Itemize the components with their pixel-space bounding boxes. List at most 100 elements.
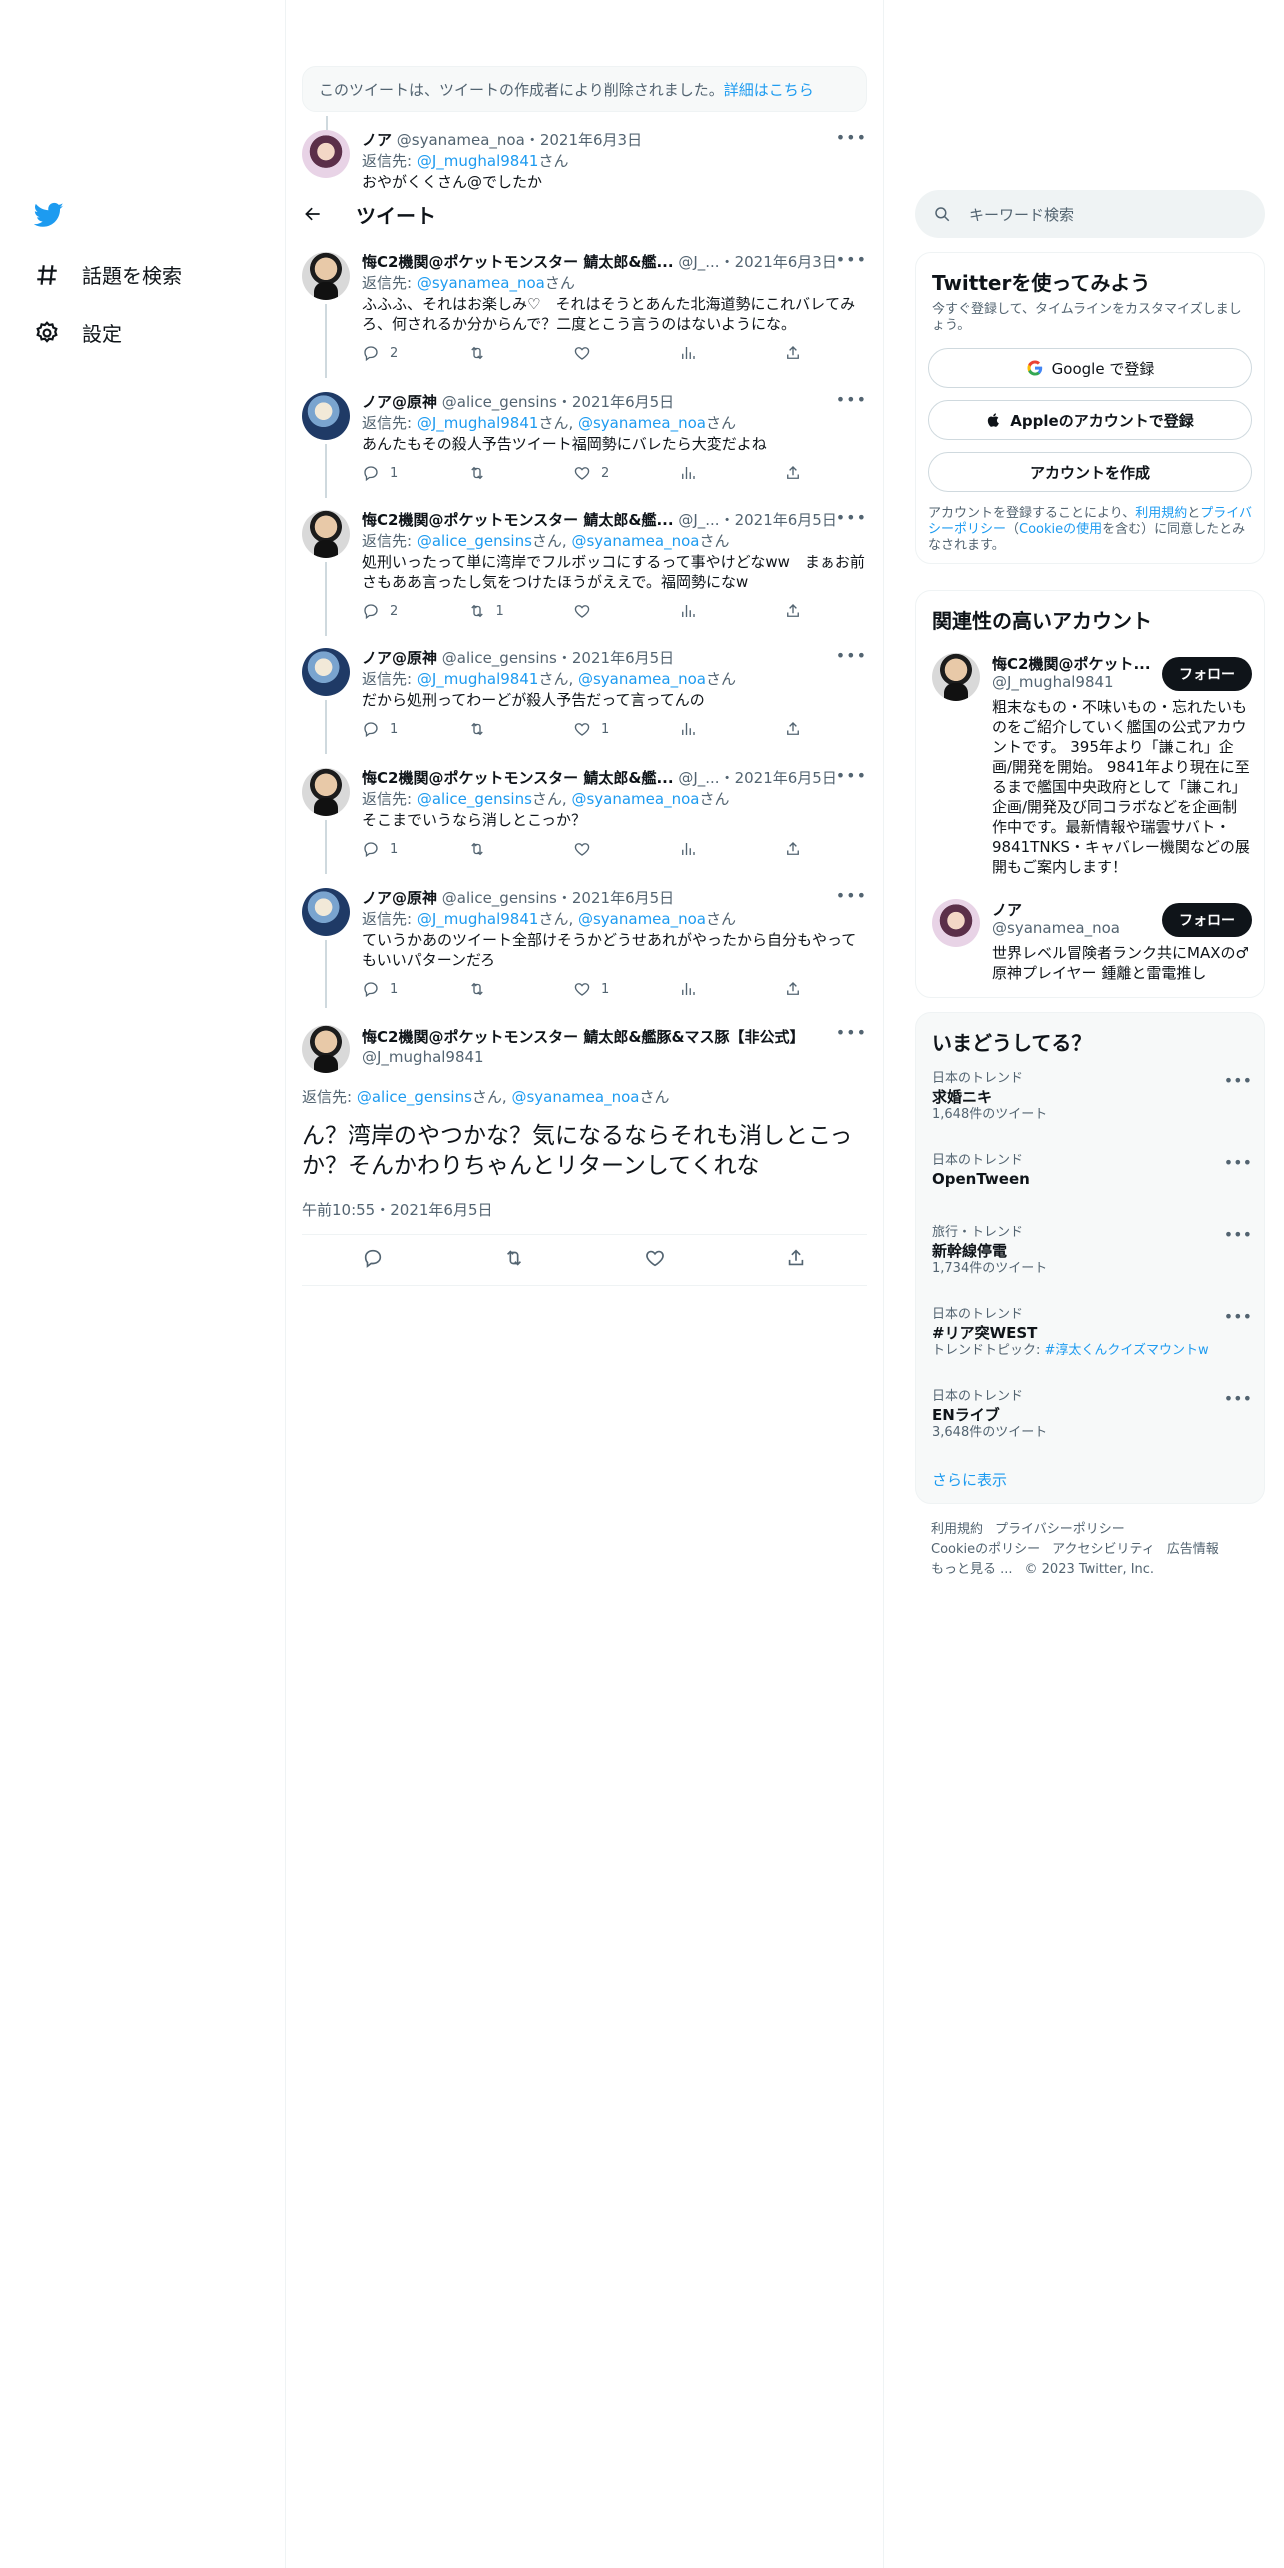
learn-more-link[interactable]: 詳細はこちら	[724, 81, 814, 99]
tweet-author-handle[interactable]: @alice_gensins	[442, 889, 557, 907]
account-name[interactable]: ノア	[992, 899, 1152, 920]
cookie-link[interactable]: Cookieの使用	[1019, 522, 1102, 537]
footer-more-link[interactable]: もっと見る ...	[931, 1562, 1013, 1577]
analytics-button[interactable]	[679, 344, 739, 362]
search-box[interactable]: キーワード検索	[915, 190, 1265, 238]
more-options-icon[interactable]: •••	[836, 130, 867, 147]
reply-button[interactable]	[362, 1247, 384, 1273]
reply-mention-link[interactable]: @alice_gensins	[417, 790, 532, 808]
create-account-button[interactable]: アカウントを作成	[928, 452, 1252, 492]
reply-tweet[interactable]: ノア@原神 @alice_gensins・2021年6月5日 返信先: @J_mu…	[302, 646, 867, 754]
tweet-date[interactable]: 2021年6月5日	[572, 889, 674, 907]
tweet-author-handle[interactable]: @J_mughal9841	[362, 1047, 867, 1067]
reply-tweet[interactable]: ノア@原神 @alice_gensins・2021年6月5日 返信先: @J_mu…	[302, 390, 867, 498]
more-options-icon[interactable]: •••	[1224, 1307, 1252, 1326]
reply-button[interactable]: 1	[362, 980, 422, 998]
twitter-logo-icon[interactable]	[33, 200, 64, 230]
avatar[interactable]	[302, 648, 350, 696]
tweet-author-name[interactable]: ノア	[362, 131, 392, 149]
reply-tweet[interactable]: 悔C2機関@ポケットモンスター 鯖太郎&艦... @J_...・2021年6月5…	[302, 766, 867, 874]
reply-mention-link[interactable]: @syanamea_noa	[417, 274, 545, 292]
tweet-author-name[interactable]: ノア@原神	[362, 393, 437, 411]
reply-mention-link[interactable]: @syanamea_noa	[511, 1088, 639, 1106]
tweet-author-name[interactable]: 悔C2機関@ポケットモンスター 鯖太郎&艦...	[362, 253, 674, 271]
footer-privacy-link[interactable]: プライバシーポリシー	[995, 1522, 1125, 1537]
account-name[interactable]: 悔C2機関@ポケット...	[992, 653, 1152, 674]
tweet-date[interactable]: 2021年6月5日	[572, 393, 674, 411]
terms-link[interactable]: 利用規約	[1135, 506, 1187, 521]
more-options-icon[interactable]: •••	[1224, 1071, 1252, 1090]
more-options-icon[interactable]: •••	[836, 886, 867, 905]
tweet-date[interactable]: 2021年6月5日	[735, 511, 837, 529]
reply-button[interactable]: 1	[362, 840, 422, 858]
reply-mention-link[interactable]: @syanamea_noa	[571, 532, 699, 550]
tweet-date[interactable]: 2021年6月3日	[735, 253, 837, 271]
search-input[interactable]: キーワード検索	[969, 204, 1074, 225]
like-button[interactable]: 1	[573, 720, 633, 738]
footer-accessibility-link[interactable]: アクセシビリティ	[1052, 1542, 1155, 1557]
nav-explore[interactable]: 話題を検索	[34, 260, 182, 289]
related-account[interactable]: 悔C2機関@ポケット... @J_mughal9841 フォロー 粗末なもの・不…	[932, 653, 1252, 883]
share-button[interactable]	[784, 980, 802, 998]
google-signup-button[interactable]: Google で登録	[928, 348, 1252, 388]
share-button[interactable]	[785, 1247, 807, 1273]
partially-hidden-tweet[interactable]: ノア @syanamea_noa・2021年6月3日 返信先: @J_mugha…	[302, 130, 867, 192]
footer-ads-link[interactable]: 広告情報	[1167, 1542, 1219, 1557]
trend-item[interactable]: 日本のトレンド ENライブ 3,648件のツイート •••	[932, 1389, 1252, 1441]
retweet-button[interactable]: 1	[468, 602, 528, 620]
reply-button[interactable]: 2	[362, 602, 422, 620]
share-button[interactable]	[784, 720, 802, 738]
avatar[interactable]	[302, 252, 350, 300]
more-options-icon[interactable]: •••	[836, 766, 867, 785]
follow-button[interactable]: フォロー	[1162, 657, 1252, 691]
more-options-icon[interactable]: •••	[1224, 1225, 1252, 1244]
reply-mention-link[interactable]: @syanamea_noa	[571, 790, 699, 808]
avatar[interactable]	[302, 510, 350, 558]
retweet-button[interactable]	[468, 980, 528, 998]
analytics-button[interactable]	[679, 980, 739, 998]
trend-item[interactable]: 旅行・トレンド 新幹線停電 1,734件のツイート •••	[932, 1225, 1252, 1277]
avatar[interactable]	[302, 392, 350, 440]
reply-mention-link[interactable]: @J_mughal9841	[417, 910, 539, 928]
more-options-icon[interactable]: •••	[836, 250, 867, 269]
back-button[interactable]	[300, 201, 326, 227]
reply-mention-link[interactable]: @syanamea_noa	[578, 910, 706, 928]
tweet-author-name[interactable]: ノア@原神	[362, 889, 437, 907]
more-options-icon[interactable]: •••	[836, 508, 867, 527]
analytics-button[interactable]	[679, 602, 739, 620]
reply-mention-link[interactable]: @syanamea_noa	[578, 670, 706, 688]
account-handle[interactable]: @J_mughal9841	[992, 673, 1114, 691]
like-button[interactable]: 2	[573, 464, 633, 482]
tweet-author-handle[interactable]: @J_...	[678, 511, 719, 529]
footer-cookie-link[interactable]: Cookieのポリシー	[931, 1542, 1040, 1557]
avatar[interactable]	[302, 768, 350, 816]
share-button[interactable]	[784, 464, 802, 482]
reply-tweet[interactable]: 悔C2機関@ポケットモンスター 鯖太郎&艦... @J_...・2021年6月5…	[302, 508, 867, 636]
analytics-button[interactable]	[679, 720, 739, 738]
avatar[interactable]	[932, 899, 980, 947]
tweet-author-handle[interactable]: @alice_gensins	[442, 649, 557, 667]
share-button[interactable]	[784, 840, 802, 858]
retweet-button[interactable]	[468, 840, 528, 858]
trend-item[interactable]: 日本のトレンド #リア突WEST トレンドトピック: #淳太くんクイズマウントw ••…	[932, 1307, 1252, 1359]
retweet-button[interactable]	[468, 720, 528, 738]
avatar[interactable]	[932, 653, 980, 701]
like-button[interactable]	[573, 344, 633, 362]
reply-mention-link[interactable]: @J_mughal9841	[417, 414, 539, 432]
share-button[interactable]	[784, 344, 802, 362]
tweet-author-handle[interactable]: @J_...	[678, 253, 719, 271]
retweet-button[interactable]	[468, 464, 528, 482]
show-more-link[interactable]: さらに表示	[932, 1469, 1007, 1490]
more-options-icon[interactable]: •••	[836, 1023, 867, 1042]
share-button[interactable]	[784, 602, 802, 620]
related-account[interactable]: ノア @syanamea_noa フォロー 世界レベル冒険者ランク共にMAXの♂…	[932, 899, 1252, 989]
reply-tweet[interactable]: ノア@原神 @alice_gensins・2021年6月5日 返信先: @J_mu…	[302, 886, 867, 1008]
apple-signup-button[interactable]: Appleのアカウントで登録	[928, 400, 1252, 440]
tweet-author-name[interactable]: ノア@原神	[362, 649, 437, 667]
analytics-button[interactable]	[679, 840, 739, 858]
tweet-author-handle[interactable]: @alice_gensins	[442, 393, 557, 411]
trend-topic-link[interactable]: #淳太くんクイズマウントw	[1045, 1343, 1209, 1358]
tweet-author-name[interactable]: 悔C2機関@ポケットモンスター 鯖太郎&艦豚&マス豚【非公式】	[362, 1027, 867, 1047]
tweet-date[interactable]: 2021年6月5日	[735, 769, 837, 787]
more-options-icon[interactable]: •••	[1224, 1389, 1252, 1408]
